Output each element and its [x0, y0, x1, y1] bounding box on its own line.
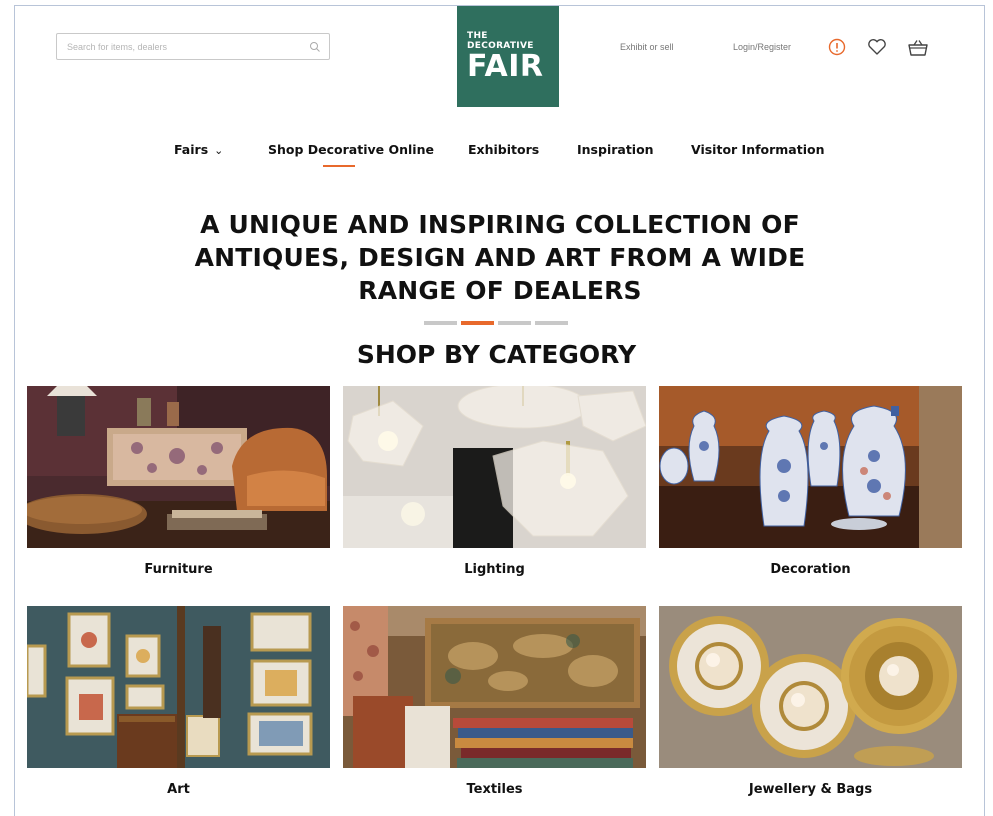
- category-card-jewellery-bags[interactable]: Jewellery & Bags: [659, 606, 962, 797]
- category-card-furniture[interactable]: Furniture: [27, 386, 330, 577]
- decoration-image[interactable]: [659, 386, 962, 548]
- hero-line-3: RANGE OF DEALERS: [358, 276, 642, 305]
- active-nav-indicator: [323, 165, 355, 167]
- section-title: SHOP BY CATEGORY: [356, 340, 637, 369]
- search-box[interactable]: [56, 33, 330, 60]
- nav-item-exhibitors[interactable]: Exhibitors: [468, 142, 539, 157]
- heart-icon[interactable]: [867, 38, 887, 56]
- basket-icon[interactable]: [907, 38, 929, 58]
- category-label-lighting[interactable]: Lighting: [343, 562, 646, 577]
- category-label-furniture[interactable]: Furniture: [27, 562, 330, 577]
- category-card-textiles[interactable]: Textiles: [343, 606, 646, 797]
- login-register-link[interactable]: Login/Register: [733, 42, 791, 52]
- category-label-decoration[interactable]: Decoration: [659, 562, 962, 577]
- category-label-art[interactable]: Art: [27, 782, 330, 797]
- category-card-lighting[interactable]: Lighting: [343, 386, 646, 577]
- nav-item-inspiration[interactable]: Inspiration: [577, 142, 654, 157]
- logo-line-the: THE: [467, 30, 488, 41]
- category-card-decoration[interactable]: Decoration: [659, 386, 962, 577]
- hero-heading: A UNIQUE AND INSPIRING COLLECTION OF ANT…: [150, 208, 850, 307]
- nav-item-fairs[interactable]: Fairs ⌄: [174, 142, 223, 157]
- textiles-image[interactable]: [343, 606, 646, 768]
- hero-line-1: A UNIQUE AND INSPIRING COLLECTION OF: [200, 210, 800, 239]
- nav-item-shop-decorative-online[interactable]: Shop Decorative Online: [268, 142, 434, 157]
- furniture-image[interactable]: [27, 386, 330, 548]
- category-label-textiles[interactable]: Textiles: [343, 782, 646, 797]
- nav-item-label: Fairs: [174, 142, 209, 157]
- search-icon[interactable]: [309, 41, 321, 53]
- carousel-dot[interactable]: [424, 321, 457, 325]
- site-logo[interactable]: THE DECORATIVE FAIR: [457, 6, 559, 107]
- main-nav: Fairs ⌄ Shop Decorative Online Exhibitors…: [0, 142, 993, 162]
- carousel-dot[interactable]: [498, 321, 531, 325]
- nav-item-visitor-information[interactable]: Visitor Information: [691, 142, 825, 157]
- logo-line-fair: FAIR: [467, 48, 544, 84]
- exhibit-or-sell-link[interactable]: Exhibit or sell: [620, 42, 674, 52]
- search-input[interactable]: [65, 40, 309, 53]
- category-label-jewellery-bags[interactable]: Jewellery & Bags: [659, 782, 962, 797]
- carousel-dot[interactable]: [535, 321, 568, 325]
- carousel-dot-active[interactable]: [461, 321, 494, 325]
- art-image[interactable]: [27, 606, 330, 768]
- lighting-image[interactable]: [343, 386, 646, 548]
- jewellery-bags-image[interactable]: [659, 606, 962, 768]
- info-icon[interactable]: [828, 38, 846, 56]
- category-card-art[interactable]: Art: [27, 606, 330, 797]
- hero-line-2: ANTIQUES, DESIGN AND ART FROM A WIDE: [194, 243, 806, 272]
- chevron-down-icon: ⌄: [214, 144, 224, 157]
